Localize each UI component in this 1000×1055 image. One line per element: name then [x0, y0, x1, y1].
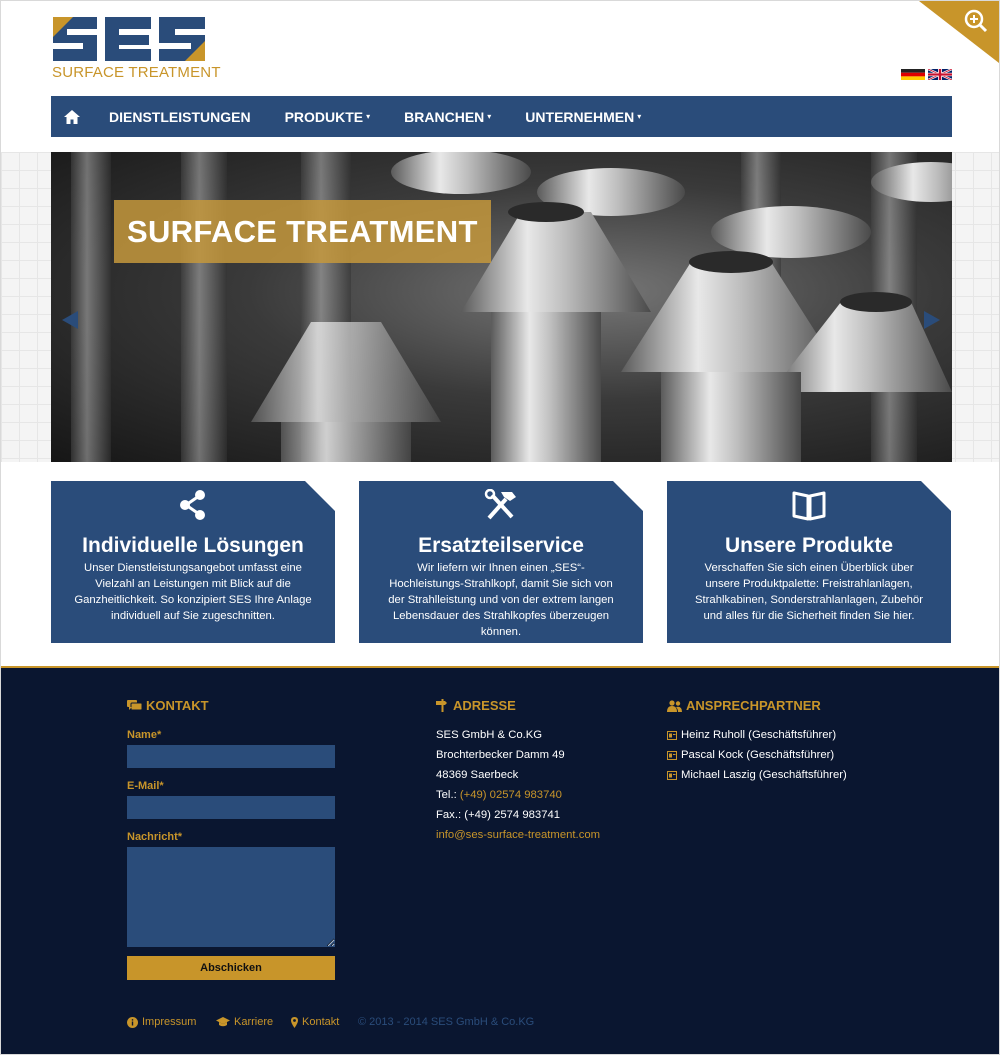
id-card-icon [667, 730, 677, 740]
signpost-icon [436, 699, 447, 712]
zoom-corner-button[interactable] [919, 1, 999, 63]
nav-item-branchen[interactable]: BRANCHEN ▾ [387, 96, 508, 137]
id-card-icon [667, 770, 677, 780]
phone-label: Tel.: [436, 789, 457, 801]
nav-item-unternehmen[interactable]: UNTERNEHMEN ▾ [508, 96, 658, 137]
logo-mark [53, 17, 205, 61]
feature-box-text: Wir liefern wir Ihnen einen „SES“- Hochl… [388, 562, 614, 638]
users-icon [667, 699, 682, 712]
feature-box-unsere-produkte[interactable]: Unsere Produkte Verschaffen Sie sich ein… [667, 481, 951, 643]
kontakt-link[interactable]: Kontakt [291, 1016, 339, 1028]
message-textarea[interactable] [127, 847, 335, 947]
feature-box-text: Unser Dienstleistungsangebot umfasst ein… [74, 562, 312, 622]
copyright-text: © 2013 - 2014 SES GmbH & Co.KG [358, 1016, 535, 1028]
contact-person: Heinz Ruholl (Geschäftsführer) [667, 729, 836, 741]
feature-box-individuelle-loesungen[interactable]: Individuelle Lösungen Unser Dienstleistu… [51, 481, 335, 643]
address-fax: Fax.: (+49) 2574 983741 [436, 809, 561, 821]
impressum-label: Impressum [142, 1016, 197, 1028]
nav-item-label: BRANCHEN [404, 108, 485, 125]
slider-prev-arrow-icon[interactable] [62, 311, 78, 329]
adresse-heading: ADRESSE [436, 698, 516, 713]
phone-link[interactable]: (+49) 02574 983740 [460, 789, 562, 801]
contact-person-name: Pascal Kock (Geschäftsführer) [681, 749, 835, 761]
page-frame: SURFACE TREATMENT DIENSTLEISTUNGEN PRODU… [0, 0, 1000, 1055]
address-phone: Tel.: (+49) 02574 983740 [436, 789, 562, 801]
contact-person: Michael Laszig (Geschäftsführer) [667, 769, 847, 781]
ansprechpartner-heading-label: ANSPRECHPARTNER [686, 698, 821, 713]
home-icon [64, 109, 80, 124]
hero-slider: SURFACE TREATMENT [51, 152, 952, 462]
name-label: Name* [127, 729, 162, 741]
feature-box-title: Individuelle Lösungen [82, 534, 304, 557]
logo-subtitle: SURFACE TREATMENT [52, 64, 221, 81]
nav-item-dienstleistungen[interactable]: DIENSTLEISTUNGEN [92, 96, 268, 137]
email-input[interactable] [127, 796, 335, 819]
contact-person-name: Michael Laszig (Geschäftsführer) [681, 769, 847, 781]
ansprechpartner-heading: ANSPRECHPARTNER [667, 698, 821, 713]
chat-icon [127, 699, 142, 710]
address-city: 48369 Saerbeck [436, 769, 519, 781]
graduation-cap-icon [216, 1017, 230, 1027]
nav-home-button[interactable] [52, 96, 92, 137]
chevron-down-icon: ▾ [487, 112, 492, 121]
logo[interactable]: SURFACE TREATMENT [51, 15, 221, 83]
flag-de-icon[interactable] [901, 69, 925, 80]
contact-person: Pascal Kock (Geschäftsführer) [667, 749, 834, 761]
chevron-down-icon: ▾ [637, 112, 642, 121]
map-marker-icon [291, 1016, 298, 1028]
tools-icon [484, 489, 516, 520]
nav-item-label: PRODUKTE [284, 108, 364, 125]
impressum-link[interactable]: Impressum [127, 1016, 196, 1028]
nav-item-label: UNTERNEHMEN [525, 108, 635, 125]
submit-button[interactable]: Abschicken [127, 956, 335, 980]
slider-next-arrow-icon[interactable] [924, 311, 940, 329]
book-icon [792, 491, 826, 521]
flag-en-icon[interactable] [928, 69, 952, 80]
main-navigation: DIENSTLEISTUNGEN PRODUKTE ▾ BRANCHEN ▾ U… [51, 96, 952, 137]
share-icon [180, 490, 205, 520]
address-company: SES GmbH & Co.KG [436, 729, 543, 741]
adresse-heading-label: ADRESSE [453, 698, 516, 713]
email-label: E-Mail* [127, 780, 164, 792]
kontakt-heading: KONTAKT [127, 698, 209, 713]
info-icon [127, 1016, 138, 1028]
feature-box-title: Ersatzteilservice [418, 534, 584, 557]
karriere-label: Karriere [234, 1016, 274, 1028]
feature-box-ersatzteilservice[interactable]: Ersatzteilservice Wir liefern wir Ihnen … [359, 481, 643, 643]
message-label: Nachricht* [127, 831, 183, 843]
feature-box-text: Verschaffen Sie sich einen Überblick übe… [695, 562, 923, 622]
kontakt-label: Kontakt [302, 1016, 340, 1028]
address-street: Brochterbecker Damm 49 [436, 749, 565, 761]
feature-box-title: Unsere Produkte [724, 534, 894, 557]
nav-item-produkte[interactable]: PRODUKTE ▾ [268, 96, 388, 137]
contact-person-name: Heinz Ruholl (Geschäftsführer) [681, 729, 837, 741]
id-card-icon [667, 750, 677, 760]
email-link[interactable]: info@ses-surface-treatment.com [436, 829, 600, 841]
hero-image [71, 152, 952, 462]
kontakt-heading-label: KONTAKT [146, 698, 209, 713]
hero-title: SURFACE TREATMENT [114, 200, 491, 263]
nav-item-label: DIENSTLEISTUNGEN [109, 108, 251, 125]
name-input[interactable] [127, 745, 335, 768]
chevron-down-icon: ▾ [366, 112, 371, 121]
karriere-link[interactable]: Karriere [216, 1016, 273, 1028]
language-switcher [901, 69, 952, 80]
